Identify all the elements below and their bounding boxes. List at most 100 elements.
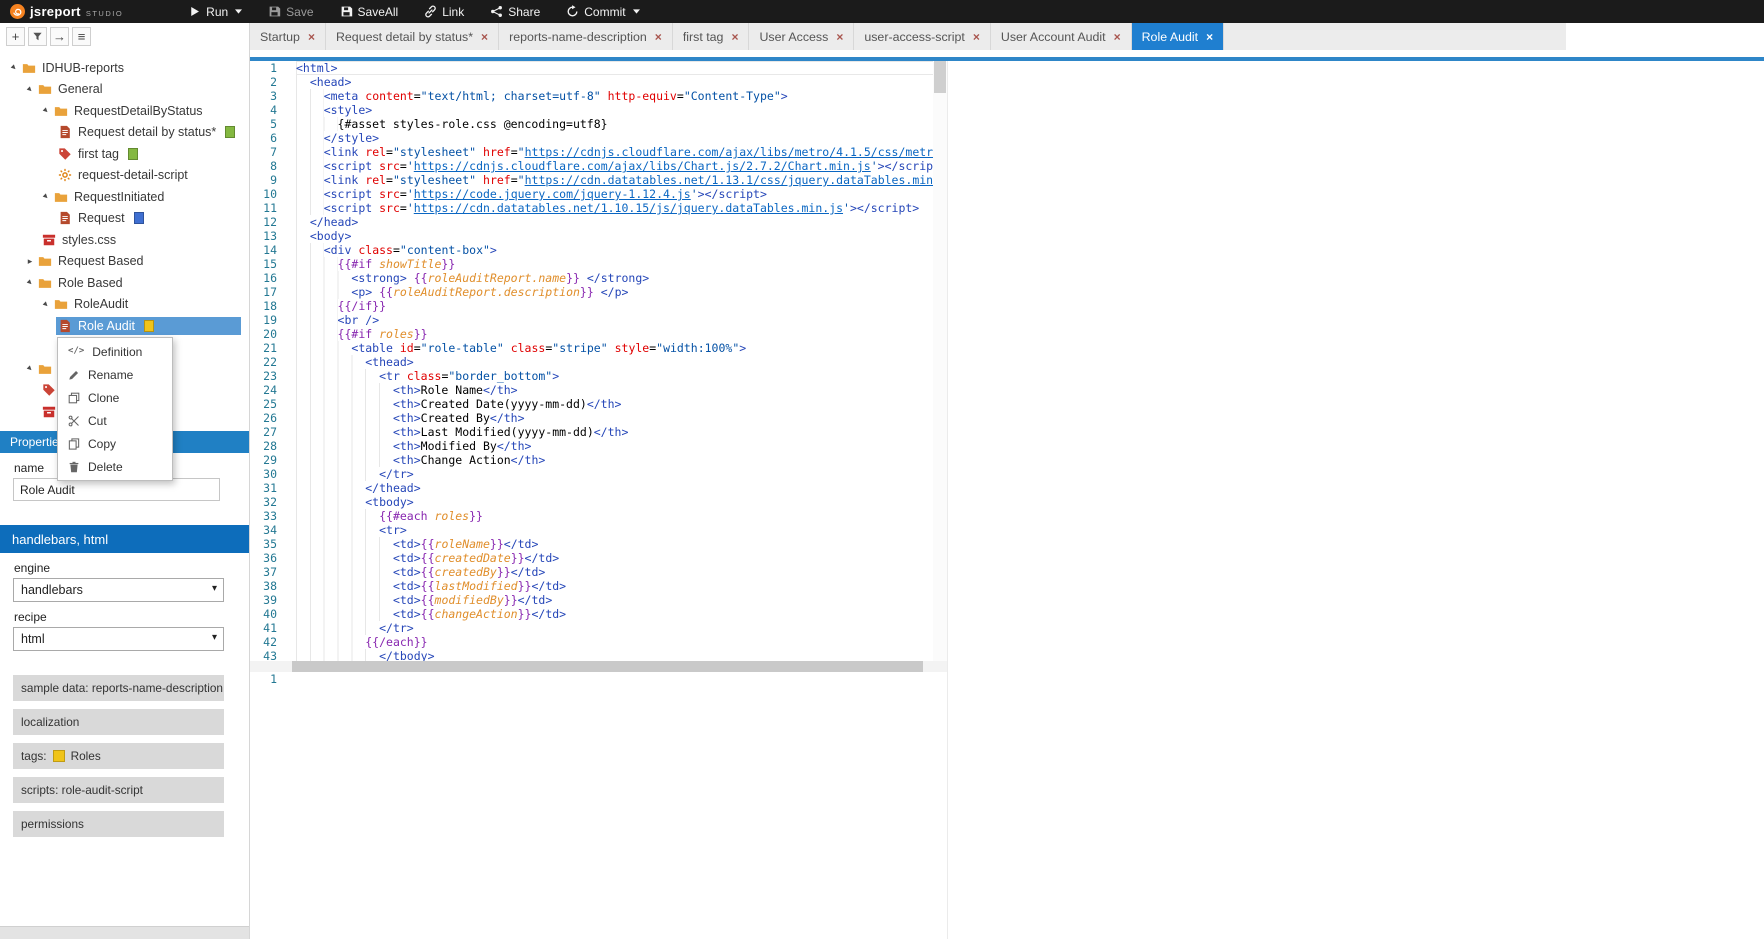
line-number[interactable]: 7 (250, 145, 277, 159)
properties-section-scripts-role-audit-script[interactable]: scripts: role-audit-script (13, 777, 224, 803)
line-number[interactable]: 2 (250, 75, 277, 89)
template-type-header[interactable]: handlebars, html (0, 525, 249, 553)
line-number[interactable]: 42 (250, 635, 277, 649)
code-line[interactable]: {#asset styles-role.css @encoding=utf8} (296, 117, 947, 131)
line-number[interactable]: 10 (250, 187, 277, 201)
close-tab-icon[interactable]: × (655, 30, 662, 44)
code-line[interactable]: {{/each}} (296, 635, 947, 649)
line-number[interactable]: 14 (250, 243, 277, 257)
line-number[interactable]: 13 (250, 229, 277, 243)
share-button[interactable]: Share (477, 0, 553, 23)
tab-user-account-audit[interactable]: User Account Audit× (991, 23, 1132, 50)
code-line[interactable]: <link rel="stylesheet" href="https://cdn… (296, 173, 947, 187)
close-tab-icon[interactable]: × (973, 30, 980, 44)
code-line[interactable]: {{/if}} (296, 299, 947, 313)
code-line[interactable]: <p> {{roleAuditReport.description}} </p> (296, 285, 947, 299)
add-entity-button[interactable]: + (6, 27, 25, 46)
line-number[interactable]: 29 (250, 453, 277, 467)
code-line[interactable]: <html> (296, 61, 947, 75)
line-number[interactable]: 24 (250, 383, 277, 397)
tree-item-role-based[interactable]: ▸Role Based (0, 272, 249, 294)
code-line[interactable]: <td>{{roleName}}</td> (296, 537, 947, 551)
editor-horizontal-scrollbar[interactable] (250, 661, 947, 672)
editor-gutter[interactable]: 1234567891011121314151617181920212223242… (250, 61, 292, 661)
line-number[interactable]: 31 (250, 481, 277, 495)
code-line[interactable]: <th>Last Modified(yyyy-mm-dd)</th> (296, 425, 947, 439)
tree-menu-button[interactable]: ≡ (72, 27, 91, 46)
tab-reports-name-description[interactable]: reports-name-description× (499, 23, 673, 50)
properties-section-tags[interactable]: tags:Roles (13, 743, 224, 769)
close-tab-icon[interactable]: × (481, 30, 488, 44)
code-line[interactable]: <table id="role-table" class="stripe" st… (296, 341, 947, 355)
tree-item-first-tag[interactable]: first tag (0, 143, 249, 165)
line-number[interactable]: 27 (250, 425, 277, 439)
line-number[interactable]: 8 (250, 159, 277, 173)
line-number[interactable]: 35 (250, 537, 277, 551)
line-number[interactable]: 30 (250, 467, 277, 481)
context-menu-delete[interactable]: Delete (58, 455, 172, 478)
code-line[interactable]: <tr class="border_bottom"> (296, 369, 947, 383)
line-number[interactable]: 36 (250, 551, 277, 565)
editor-bottom-pane[interactable]: 1 (250, 672, 947, 688)
properties-section-localization[interactable]: localization (13, 709, 224, 735)
tab-first-tag[interactable]: first tag× (673, 23, 750, 50)
run-button[interactable]: Run (175, 0, 255, 23)
properties-section-permissions[interactable]: permissions (13, 811, 224, 837)
editor-code[interactable]: <html> <head> <meta content="text/html; … (292, 61, 947, 661)
vertical-scroll-thumb[interactable] (934, 61, 946, 93)
line-number[interactable]: 34 (250, 523, 277, 537)
tree-item-request-detail-script[interactable]: request-detail-script (0, 165, 249, 187)
code-line[interactable]: <td>{{createdDate}}</td> (296, 551, 947, 565)
line-number[interactable]: 40 (250, 607, 277, 621)
line-number[interactable]: 43 (250, 649, 277, 661)
code-line[interactable]: <thead> (296, 355, 947, 369)
tab-user-access-script[interactable]: user-access-script× (854, 23, 991, 50)
sidebar-resize-handle[interactable] (0, 926, 249, 939)
line-number[interactable]: 3 (250, 89, 277, 103)
code-line[interactable]: <th>Created Date(yyyy-mm-dd)</th> (296, 397, 947, 411)
code-line[interactable]: <td>{{createdBy}}</td> (296, 565, 947, 579)
code-line[interactable]: <th>Role Name</th> (296, 383, 947, 397)
line-number[interactable]: 26 (250, 411, 277, 425)
close-tab-icon[interactable]: × (731, 30, 738, 44)
code-line[interactable]: </tr> (296, 467, 947, 481)
code-line[interactable]: <br /> (296, 313, 947, 327)
close-tab-icon[interactable]: × (308, 30, 315, 44)
line-number[interactable]: 25 (250, 397, 277, 411)
tree-item-request[interactable]: Request (0, 208, 249, 230)
code-line[interactable]: </head> (296, 215, 947, 229)
code-line[interactable]: <tbody> (296, 495, 947, 509)
code-line[interactable]: <td>{{modifiedBy}}</td> (296, 593, 947, 607)
line-number[interactable]: 22 (250, 355, 277, 369)
line-number[interactable]: 16 (250, 271, 277, 285)
line-number[interactable]: 32 (250, 495, 277, 509)
expand-arrow-icon[interactable]: ▸ (24, 256, 36, 267)
line-number[interactable]: 5 (250, 117, 277, 131)
line-number[interactable]: 9 (250, 173, 277, 187)
horizontal-scroll-thumb[interactable] (292, 661, 923, 672)
code-line[interactable]: <th>Change Action</th> (296, 453, 947, 467)
code-line[interactable]: </style> (296, 131, 947, 145)
code-line[interactable]: <strong> {{roleAuditReport.name}} </stro… (296, 271, 947, 285)
line-number[interactable]: 12 (250, 215, 277, 229)
code-line[interactable]: {{#if roles}} (296, 327, 947, 341)
line-number[interactable]: 37 (250, 565, 277, 579)
arrow-button[interactable]: → (50, 27, 69, 46)
context-menu-definition[interactable]: </>Definition (58, 340, 172, 363)
commit-button[interactable]: Commit (553, 0, 652, 23)
close-tab-icon[interactable]: × (1206, 30, 1213, 44)
tree-item-roleaudit[interactable]: ▸RoleAudit (0, 294, 249, 316)
code-line[interactable]: {{#if showTitle}} (296, 257, 947, 271)
tab-role-audit[interactable]: Role Audit× (1132, 23, 1225, 50)
line-number[interactable]: 1 (250, 61, 277, 75)
tree-item-role-audit[interactable]: Role Audit (0, 315, 249, 337)
close-tab-icon[interactable]: × (1114, 30, 1121, 44)
line-number[interactable]: 41 (250, 621, 277, 635)
code-line[interactable]: <style> (296, 103, 947, 117)
tree-item-styles-css[interactable]: styles.css (0, 229, 249, 251)
line-number[interactable]: 20 (250, 327, 277, 341)
tree-item-request-detail-by-status[interactable]: Request detail by status* (0, 122, 249, 144)
tab-request-detail-by-status[interactable]: Request detail by status*× (326, 23, 499, 50)
code-line[interactable]: <script src='https://cdn.datatables.net/… (296, 201, 947, 215)
filter-button[interactable] (28, 27, 47, 46)
